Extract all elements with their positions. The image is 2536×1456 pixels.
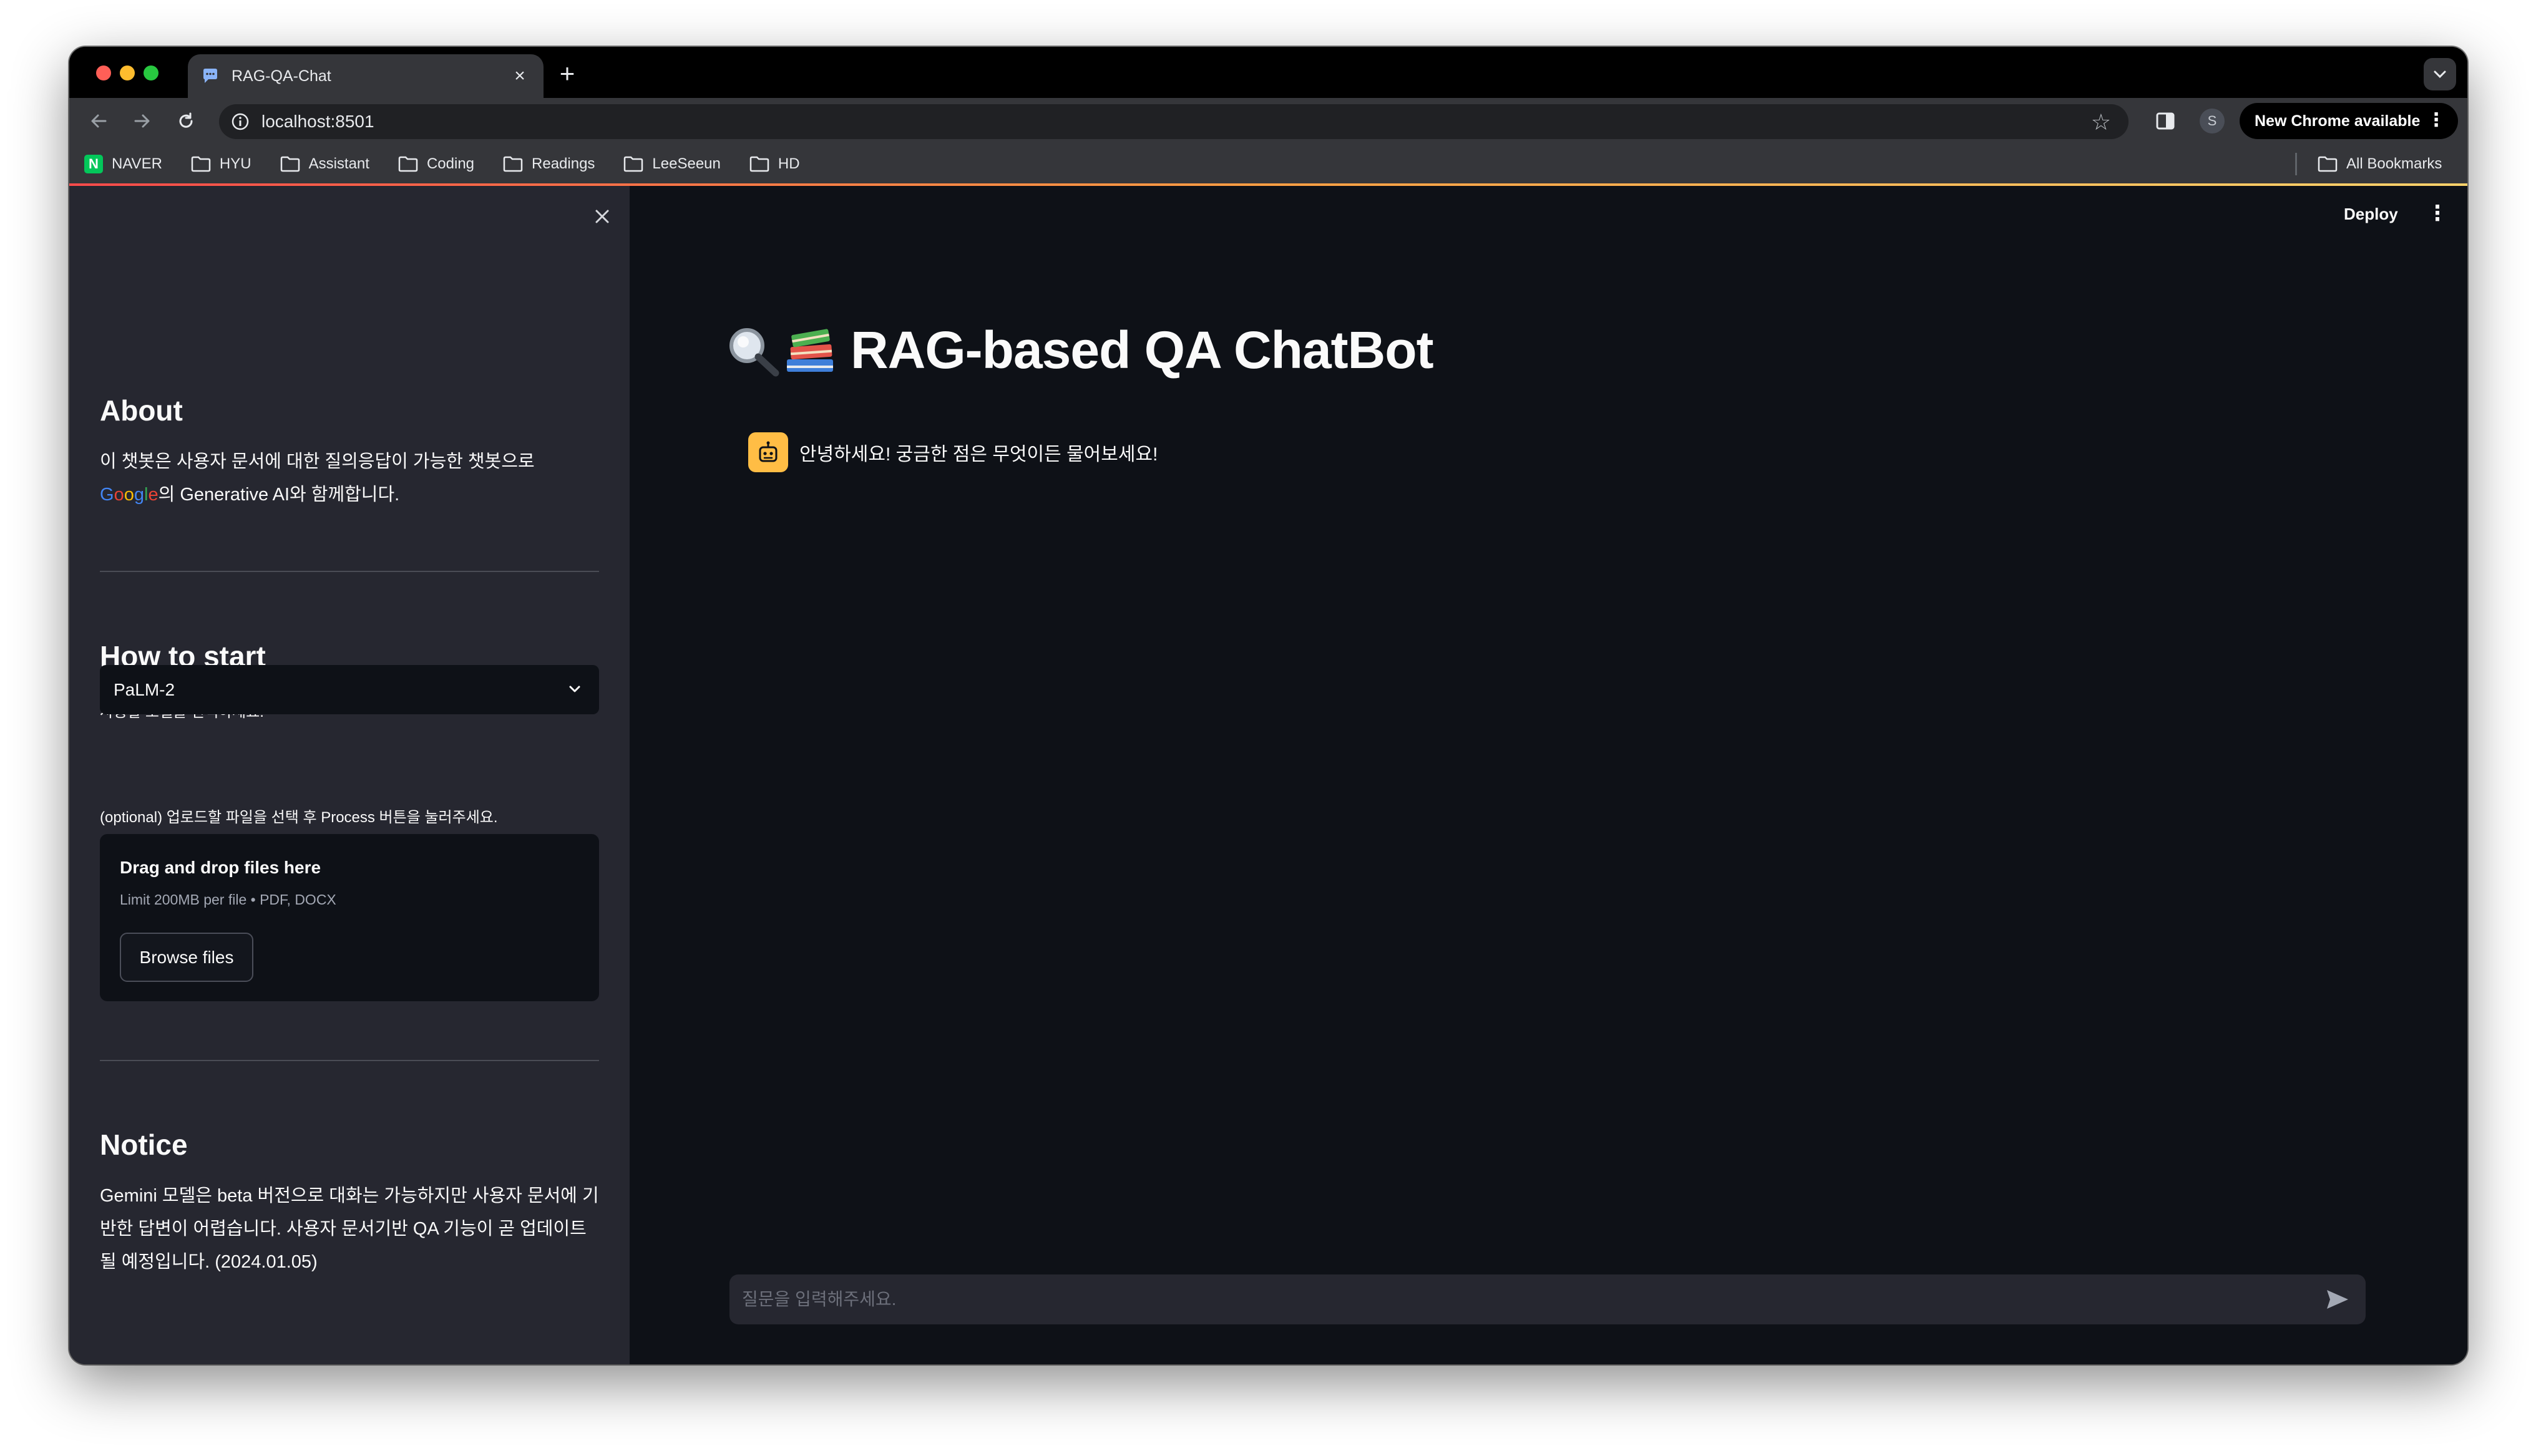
forward-button[interactable] <box>127 105 158 137</box>
model-select-value: PaLM-2 <box>114 679 175 699</box>
bookmark-label: Readings <box>532 155 595 172</box>
deploy-button[interactable]: Deploy <box>2344 205 2398 224</box>
naver-logo-icon: N <box>84 155 103 173</box>
google-letter: o <box>114 485 124 505</box>
model-select[interactable]: PaLM-2 <box>100 665 599 714</box>
bookmark-label: Coding <box>426 155 475 172</box>
chevron-down-icon <box>2434 70 2446 79</box>
tab-title: RAG-QA-Chat <box>232 67 331 85</box>
assistant-message-text: 안녕하세요! 궁금한 점은 무엇이든 물어보세요! <box>799 444 1158 465</box>
folder-icon <box>191 156 211 172</box>
title-emojis <box>726 324 838 377</box>
tab-close-icon[interactable]: × <box>509 65 531 87</box>
url-text: localhost:8501 <box>261 112 374 131</box>
upload-label: (optional) 업로드할 파일을 선택 후 Process 버튼을 눌러주… <box>100 809 498 826</box>
page-title-text: RAG-based QA ChatBot <box>851 321 1434 379</box>
all-bookmarks-label: All Bookmarks <box>2346 155 2442 172</box>
bookmark-naver[interactable]: N NAVER <box>84 155 162 173</box>
update-button-label: New Chrome available <box>2255 112 2421 130</box>
tab-rag-qa-chat[interactable]: RAG-QA-Chat × <box>188 54 544 98</box>
reload-icon <box>179 112 193 128</box>
bookmark-folder-readings[interactable]: Readings <box>503 155 595 173</box>
notice-heading: Notice <box>100 1128 188 1161</box>
close-icon <box>595 210 609 223</box>
bookmark-folder-hyu[interactable]: HYU <box>191 155 251 173</box>
google-letter: g <box>134 485 144 505</box>
bookmark-label: NAVER <box>112 155 162 172</box>
about-line-2-rest: 의 Generative AI와 함께합니다. <box>158 485 400 505</box>
minimize-window-button[interactable] <box>120 66 135 80</box>
folder-icon <box>398 156 418 172</box>
browser-window: RAG-QA-Chat × + localhost:8501 ☆ S New C… <box>69 47 2467 1364</box>
all-bookmarks-button[interactable]: All Bookmarks <box>2318 144 2442 184</box>
chat-input-box[interactable] <box>729 1274 2366 1324</box>
main-content: Deploy ⋮ RAG-based QA ChatBot 안녕하세요! 궁금한… <box>630 186 2467 1364</box>
magnifying-glass-icon <box>729 328 779 376</box>
google-letter: G <box>100 485 114 505</box>
folder-icon <box>280 156 300 172</box>
about-heading: About <box>100 394 183 427</box>
profile-avatar[interactable]: S <box>2200 109 2225 133</box>
google-letter: o <box>124 485 134 505</box>
dropzone-title: Drag and drop files here <box>120 858 321 877</box>
chevron-down-icon <box>569 686 580 692</box>
books-icon <box>787 328 833 372</box>
file-dropzone[interactable]: Drag and drop files here Limit 200MB per… <box>100 834 599 1001</box>
page-title: RAG-based QA ChatBot <box>726 320 1434 381</box>
close-window-button[interactable] <box>96 66 111 80</box>
bookmark-folder-leeseeun[interactable]: LeeSeeun <box>623 155 721 173</box>
forward-arrow-icon <box>134 114 150 128</box>
bookmarks-divider <box>2295 153 2297 175</box>
dropzone-limit: Limit 200MB per file • PDF, DOCX <box>120 891 336 908</box>
about-line-1: 이 챗봇은 사용자 문서에 대한 질의응답이 가능한 챗봇으로 <box>100 452 535 472</box>
divider <box>100 571 599 572</box>
notice-text: Gemini 모델은 beta 버전으로 대화는 가능하지만 사용자 문서에 기… <box>100 1186 599 1272</box>
more-vert-icon: ⋮ <box>2427 110 2446 130</box>
address-bar[interactable]: localhost:8501 ☆ <box>219 104 2129 139</box>
reload-button[interactable] <box>170 105 202 137</box>
google-wordmark: Google <box>100 485 158 505</box>
chat-bubble-icon <box>200 66 220 86</box>
main-menu-button[interactable]: ⋮ <box>2427 201 2448 226</box>
new-tab-button[interactable]: + <box>552 58 583 89</box>
back-arrow-icon <box>91 114 107 128</box>
send-icon[interactable] <box>2326 1288 2349 1314</box>
folder-icon <box>2318 156 2338 172</box>
back-button[interactable] <box>83 105 114 137</box>
bookmark-label: LeeSeeun <box>652 155 721 172</box>
about-line-2: Google의 Generative AI와 함께합니다. <box>100 478 599 512</box>
maximize-window-button[interactable] <box>144 66 158 80</box>
assistant-message: 안녕하세요! 궁금한 점은 무엇이든 물어보세요! <box>748 432 1158 472</box>
bookmark-folder-coding[interactable]: Coding <box>398 155 474 173</box>
bookmark-star-icon[interactable]: ☆ <box>2091 109 2111 135</box>
chat-input[interactable] <box>742 1289 2290 1309</box>
bookmark-label: HD <box>778 155 800 172</box>
browser-toolbar: localhost:8501 ☆ S New Chrome available … <box>69 98 2467 144</box>
bookmark-folder-assistant[interactable]: Assistant <box>280 155 369 173</box>
tab-search-button[interactable] <box>2424 58 2456 90</box>
robot-face-icon <box>748 432 788 472</box>
google-letter: e <box>148 485 158 505</box>
site-info-icon[interactable] <box>229 110 251 133</box>
sidebar-close-button[interactable] <box>587 201 618 232</box>
sidebar: About 이 챗봇은 사용자 문서에 대한 질의응답이 가능한 챗봇으로 Go… <box>69 186 630 1364</box>
divider <box>100 1060 599 1061</box>
about-text: 이 챗봇은 사용자 문서에 대한 질의응답이 가능한 챗봇으로 Google의 … <box>100 445 599 512</box>
browse-files-button[interactable]: Browse files <box>120 933 253 982</box>
bookmark-folder-hd[interactable]: HD <box>749 155 800 173</box>
bookmark-label: HYU <box>219 155 251 172</box>
bookmark-label: Assistant <box>308 155 369 172</box>
folder-icon <box>503 156 523 172</box>
bookmarks-bar: N NAVER HYU Assistant Coding Readings Le… <box>69 144 2467 184</box>
folder-icon <box>749 156 769 172</box>
folder-icon <box>623 156 643 172</box>
new-chrome-available-button[interactable]: New Chrome available ⋮ <box>2240 103 2458 139</box>
tab-strip: RAG-QA-Chat × + <box>69 47 2467 98</box>
side-panel-icon[interactable] <box>2154 110 2177 132</box>
